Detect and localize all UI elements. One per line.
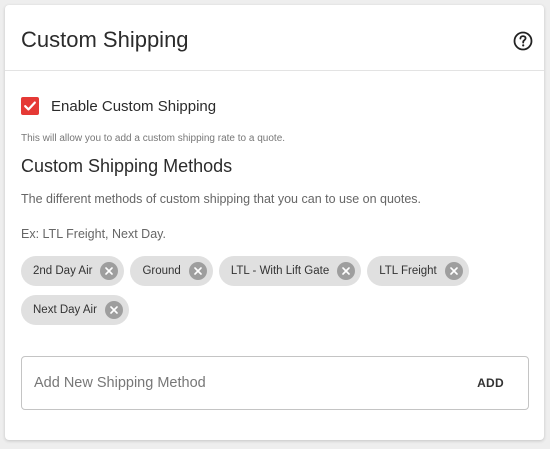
shipping-method-chip: LTL Freight [367,256,469,286]
close-circle-icon[interactable] [100,262,119,280]
add-shipping-method-field: ADD [21,356,529,410]
shipping-method-chips: 2nd Day Air Ground LTL - With Lift Gate … [21,256,521,325]
card-header: Custom Shipping [5,5,544,71]
enable-custom-shipping-row[interactable]: Enable Custom Shipping [21,97,216,115]
enable-custom-shipping-checkbox[interactable] [21,97,39,115]
chip-label: 2nd Day Air [33,265,93,277]
card-title: Custom Shipping [21,27,189,52]
help-circle-icon[interactable] [512,30,534,52]
checkmark-icon [24,101,36,111]
close-circle-icon[interactable] [104,301,123,319]
add-button[interactable]: ADD [471,357,510,409]
shipping-method-chip: Next Day Air [21,295,129,325]
chip-label: Ground [142,265,181,277]
custom-shipping-card: Custom Shipping Enable Custom Shipping T… [5,5,544,440]
close-circle-icon[interactable] [444,262,463,280]
close-circle-icon[interactable] [337,262,356,280]
methods-section-title: Custom Shipping Methods [21,156,233,176]
methods-section-description: The different methods of custom shipping… [21,192,422,206]
shipping-method-chip: Ground [130,256,213,286]
shipping-method-chip: 2nd Day Air [21,256,125,286]
methods-section-example: Ex: LTL Freight, Next Day. [21,227,166,241]
enable-custom-shipping-helper: This will allow you to add a custom ship… [21,133,286,144]
shipping-method-chip: LTL - With Lift Gate [218,256,362,286]
chip-label: LTL - With Lift Gate [230,265,330,277]
add-shipping-method-input[interactable] [22,357,422,409]
chip-label: LTL Freight [379,265,437,277]
close-circle-icon[interactable] [188,262,207,280]
enable-custom-shipping-label[interactable]: Enable Custom Shipping [51,98,216,115]
chip-label: Next Day Air [33,304,97,316]
